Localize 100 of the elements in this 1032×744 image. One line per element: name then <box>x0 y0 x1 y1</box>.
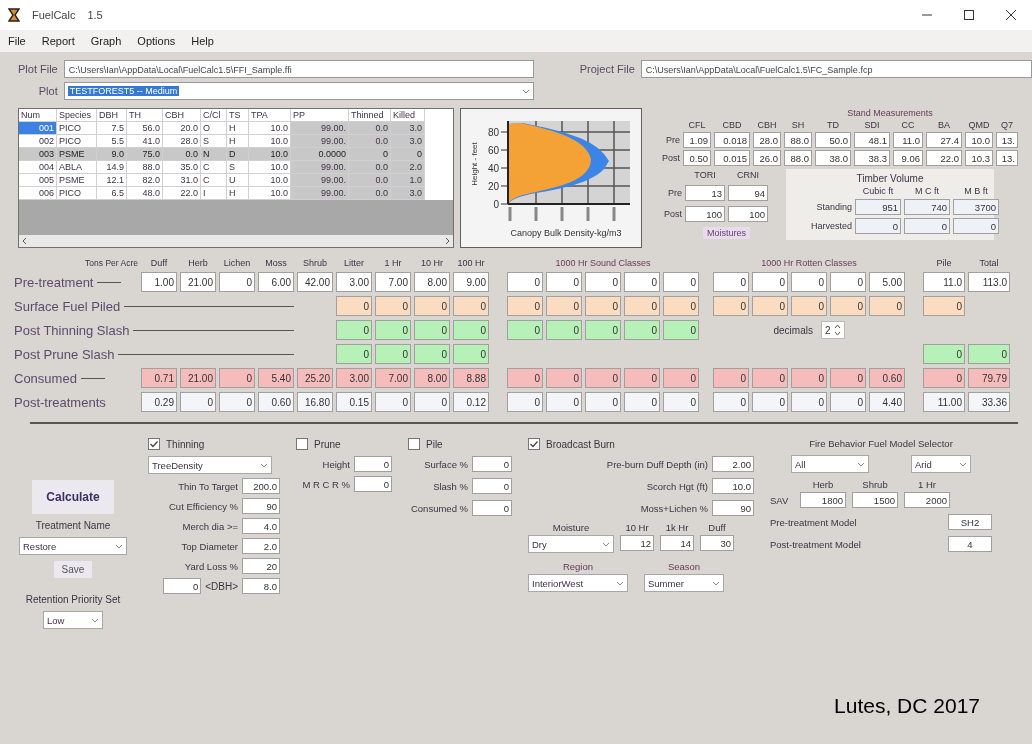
input-field[interactable]: 42.00 <box>297 272 333 292</box>
input-field[interactable]: 2.0 <box>242 538 280 554</box>
input-field[interactable]: 100 <box>728 206 768 222</box>
input-field[interactable]: 3.00 <box>336 368 372 388</box>
input-field[interactable]: 0 <box>624 368 660 388</box>
input-field[interactable]: 0 <box>507 368 543 388</box>
input-field[interactable]: 0 <box>830 368 866 388</box>
input-field[interactable]: 0 <box>414 296 450 316</box>
input-field[interactable]: 11.0 <box>923 272 965 292</box>
dropdown[interactable]: Dry <box>528 535 614 553</box>
input-field[interactable]: 0 <box>752 368 788 388</box>
checkbox[interactable] <box>408 438 420 450</box>
input-field[interactable]: 0 <box>663 368 699 388</box>
input-field[interactable]: 27.4 <box>926 132 962 148</box>
input-field[interactable]: 4.40 <box>869 392 905 412</box>
table-row[interactable]: 002 PICO 5.5 41.0 28.0 S H 10.0 99.00. 0.0 3.0 <box>19 135 453 148</box>
input-field[interactable]: 13. <box>996 132 1018 148</box>
input-field[interactable]: 26.0 <box>753 150 781 166</box>
input-field[interactable]: 0 <box>507 296 543 316</box>
input-field[interactable]: 0 <box>585 296 621 316</box>
input-field[interactable]: 88.0 <box>784 132 812 148</box>
dropdown[interactable]: Arid <box>911 455 971 473</box>
dropdown[interactable]: InteriorWest <box>528 574 628 592</box>
input-field[interactable]: 4.0 <box>242 518 280 534</box>
input-field[interactable]: 28.0 <box>753 132 781 148</box>
input-field[interactable]: 1.09 <box>683 132 711 148</box>
input-field[interactable]: 100 <box>685 206 725 222</box>
spin-arrows-icon[interactable] <box>833 324 841 336</box>
input-field[interactable]: 0 <box>163 578 202 594</box>
input-field[interactable]: SH2 <box>948 514 992 530</box>
input-field[interactable]: 11.00 <box>923 392 965 412</box>
input-field[interactable]: 0 <box>453 320 489 340</box>
input-field[interactable]: 0 <box>219 368 255 388</box>
input-field[interactable]: 200.0 <box>242 478 280 494</box>
checkbox[interactable] <box>148 438 160 450</box>
input-field[interactable]: C:\Users\Ian\AppData\Local\FuelCalc1.5\FFI_Sample.ffi <box>63 60 534 78</box>
input-field[interactable]: 0 <box>546 272 582 292</box>
input-field[interactable]: 0 <box>791 368 827 388</box>
input-field[interactable]: 0 <box>180 392 216 412</box>
horizontal-scrollbar[interactable] <box>19 235 453 247</box>
input-field[interactable]: 0 <box>507 392 543 412</box>
dropdown[interactable]: Low <box>43 611 103 629</box>
menu-item[interactable]: Options <box>137 35 176 47</box>
dropdown[interactable]: TESTFOREST5 -- Medium <box>63 82 534 100</box>
input-field[interactable]: 9.00 <box>453 272 489 292</box>
input-field[interactable]: 0 <box>713 368 749 388</box>
table-row[interactable]: 006 PICO 6.5 48.0 22.0 I H 10.0 99.00. 0.0 3.0 <box>19 187 453 200</box>
input-field[interactable]: 8.00 <box>414 368 450 388</box>
input-field[interactable]: 13. <box>996 150 1018 166</box>
input-field[interactable]: 12 <box>620 535 654 551</box>
input-field[interactable]: 94 <box>728 185 768 201</box>
input-field[interactable]: 0 <box>546 368 582 388</box>
input-field[interactable]: 1500 <box>852 492 898 508</box>
input-field[interactable]: 8.00 <box>414 272 450 292</box>
input-field[interactable]: 4 <box>948 536 992 552</box>
input-field[interactable]: 0 <box>752 392 788 412</box>
menu-item[interactable]: Graph <box>90 35 122 47</box>
input-field[interactable]: 11.0 <box>893 132 923 148</box>
input-field[interactable]: 0 <box>953 218 999 234</box>
input-field[interactable]: 0 <box>791 296 827 316</box>
menu-item[interactable]: Report <box>41 35 75 47</box>
input-field[interactable]: 0 <box>624 392 660 412</box>
input-field[interactable]: 0 <box>354 476 392 492</box>
menu-item[interactable]: Help <box>191 35 214 47</box>
input-field[interactable]: 0 <box>507 272 543 292</box>
input-field[interactable]: 0 <box>472 456 512 472</box>
input-field[interactable]: 0 <box>923 344 965 364</box>
input-field[interactable]: 90 <box>712 500 754 516</box>
input-field[interactable]: 90 <box>242 498 280 514</box>
input-field[interactable]: 1800 <box>800 492 846 508</box>
input-field[interactable]: 0 <box>830 296 866 316</box>
input-field[interactable]: 0 <box>375 344 411 364</box>
input-field[interactable]: 38.0 <box>815 150 851 166</box>
input-field[interactable]: 0 <box>219 272 255 292</box>
input-field[interactable]: 21.00 <box>180 368 216 388</box>
input-field[interactable]: 0 <box>663 320 699 340</box>
input-field[interactable]: 0 <box>546 296 582 316</box>
dropdown[interactable]: Summer <box>644 574 724 592</box>
table-row[interactable]: 001 PICO 7.5 56.0 20.0 O H 10.0 99.00. 0.0 3.0 <box>19 122 453 135</box>
input-field[interactable]: 0.018 <box>714 132 750 148</box>
input-field[interactable]: 10.3 <box>965 150 993 166</box>
dropdown[interactable]: TreeDensity <box>148 456 272 474</box>
input-field[interactable]: 0 <box>414 320 450 340</box>
input-field[interactable]: 0.12 <box>453 392 489 412</box>
input-field[interactable]: 0 <box>585 392 621 412</box>
input-field[interactable]: 3700 <box>953 199 999 215</box>
input-field[interactable]: 113.0 <box>968 272 1010 292</box>
input-field[interactable]: 0 <box>713 272 749 292</box>
input-field[interactable]: 0.50 <box>683 150 711 166</box>
input-field[interactable]: 50.0 <box>815 132 851 148</box>
input-field[interactable]: 0 <box>663 392 699 412</box>
input-field[interactable]: 0.015 <box>714 150 750 166</box>
input-field[interactable]: 0 <box>336 344 372 364</box>
input-field[interactable]: 0 <box>624 320 660 340</box>
input-field[interactable]: 740 <box>904 199 950 215</box>
input-field[interactable]: 0 <box>752 272 788 292</box>
input-field[interactable]: 88.0 <box>784 150 812 166</box>
input-field[interactable]: 0 <box>791 392 827 412</box>
input-field[interactable]: 0 <box>663 272 699 292</box>
spinner[interactable]: 2 <box>820 321 845 339</box>
